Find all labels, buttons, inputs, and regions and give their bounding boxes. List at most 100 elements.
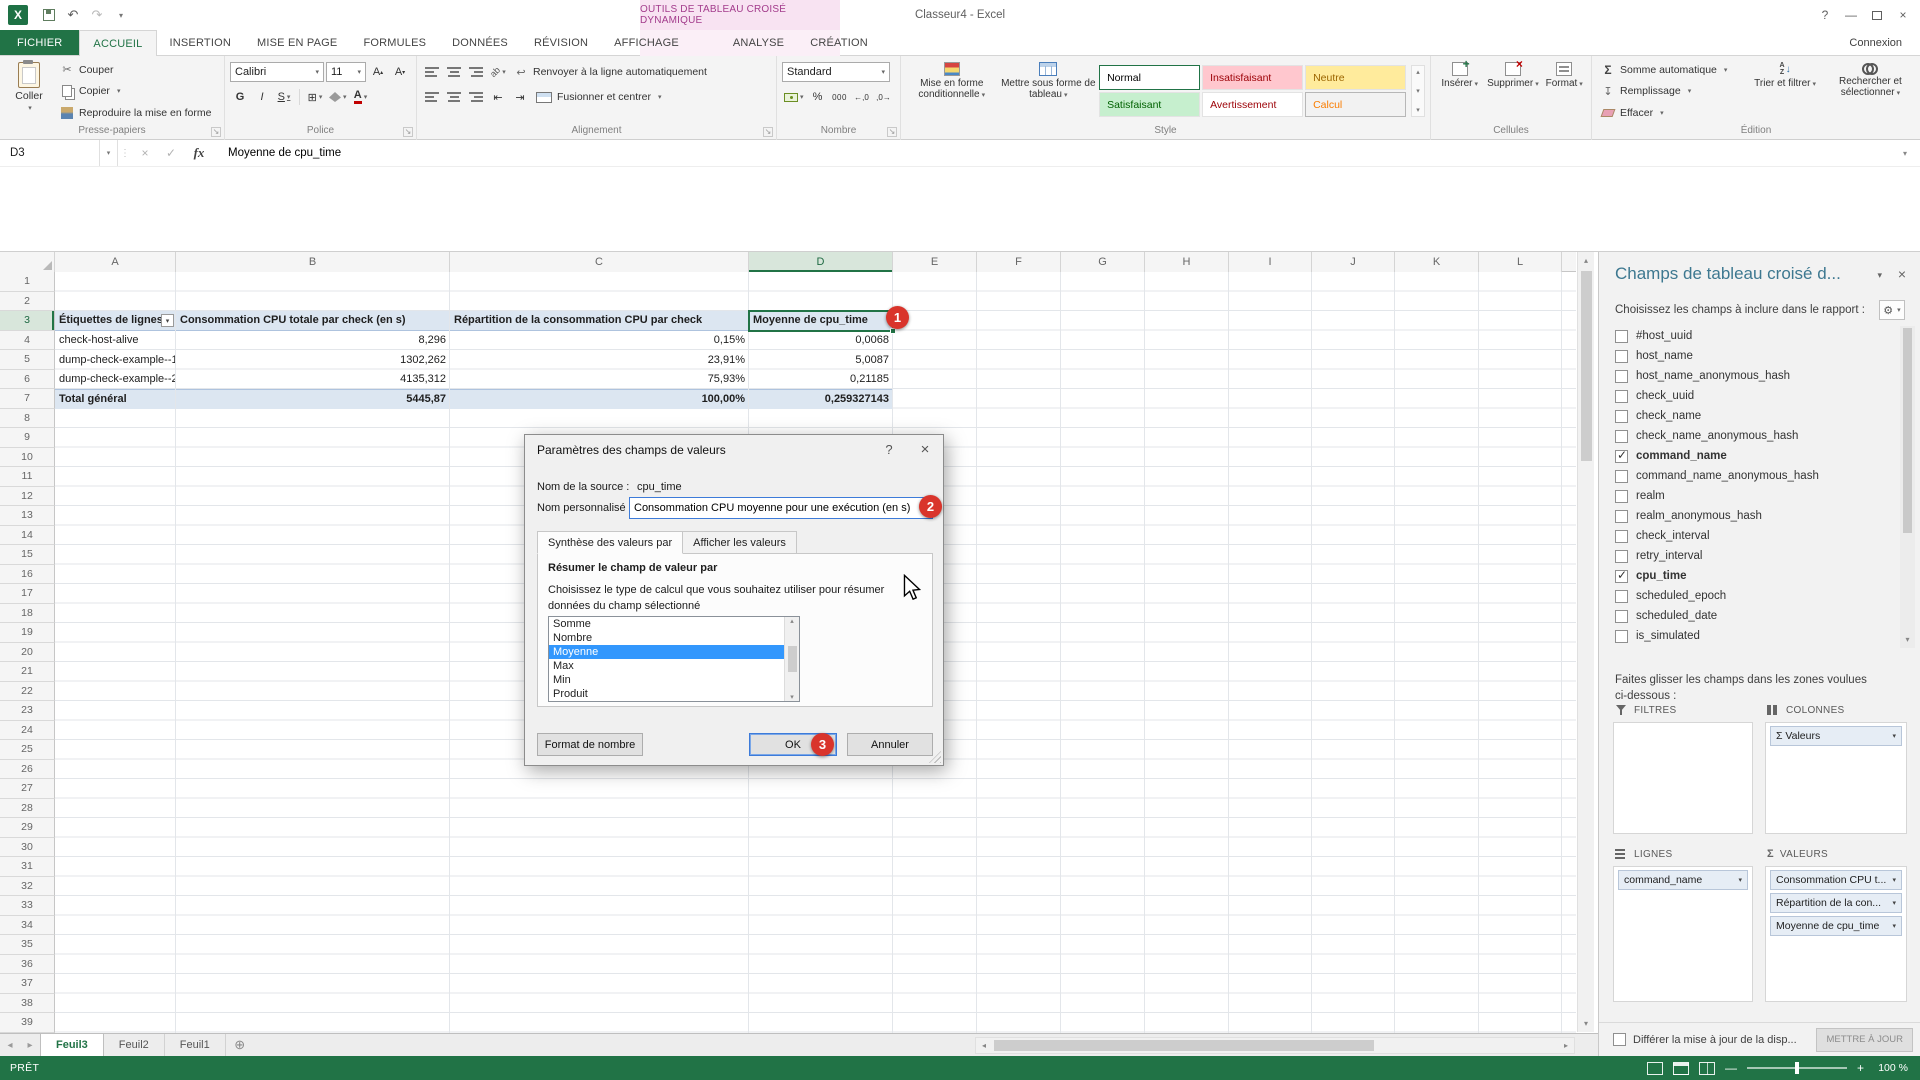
alignment-dialog-launcher-icon[interactable]: ↘ [763, 127, 773, 137]
scroll-down-icon[interactable]: ▾ [1578, 1015, 1594, 1032]
bold-button[interactable]: G [230, 87, 250, 107]
undo-icon[interactable]: ↶ [62, 4, 84, 26]
align-right-icon[interactable] [466, 87, 486, 107]
currency-format-button[interactable]: ▾ [782, 87, 806, 107]
column-header-J[interactable]: J [1312, 252, 1395, 272]
row-header-30[interactable]: 30 [0, 838, 55, 858]
account-link[interactable]: Connexion [1849, 30, 1920, 55]
field-realm[interactable]: realm [1599, 486, 1920, 506]
sort-filter-button[interactable]: AZ↓ Trier et filtrer▾ [1747, 59, 1823, 123]
cell-C4[interactable]: 0,15% [450, 331, 749, 351]
vertical-scrollbar[interactable]: ▴ ▾ [1577, 252, 1594, 1032]
row-header-34[interactable]: 34 [0, 916, 55, 936]
row-header-24[interactable]: 24 [0, 721, 55, 741]
row-header-16[interactable]: 16 [0, 565, 55, 585]
sheet-nav-left-icon[interactable]: ◂ [0, 1034, 20, 1056]
cell-C7[interactable]: 100,00% [450, 389, 749, 409]
align-center-icon[interactable] [444, 87, 464, 107]
summary-function-listbox[interactable]: Somme Nombre Moyenne Max Min Produit ▴▾ [548, 616, 800, 702]
summary-option-min[interactable]: Min [549, 673, 799, 687]
help-icon[interactable]: ? [1812, 2, 1838, 28]
row-header-8[interactable]: 8 [0, 409, 55, 429]
row-header-17[interactable]: 17 [0, 584, 55, 604]
cell-style-satisfaisant[interactable]: Satisfaisant [1099, 92, 1200, 117]
column-header-K[interactable]: K [1395, 252, 1479, 272]
row-header-38[interactable]: 38 [0, 994, 55, 1014]
row-header-6[interactable]: 6 [0, 370, 55, 390]
row-header-28[interactable]: 28 [0, 799, 55, 819]
underline-button[interactable]: S▾ [274, 87, 294, 107]
format-painter-button[interactable]: Reproduire la mise en forme [56, 103, 215, 122]
checkbox[interactable] [1615, 450, 1628, 463]
cell-D6[interactable]: 0,21185 [749, 370, 893, 390]
fill-button[interactable]: ↧Remplissage▾ [1597, 82, 1744, 101]
checkbox[interactable] [1615, 550, 1628, 563]
minimize-icon[interactable]: — [1838, 2, 1864, 28]
tab-mise-en-page[interactable]: MISE EN PAGE [244, 30, 350, 55]
normal-view-icon[interactable] [1647, 1062, 1663, 1075]
paste-chevron-icon[interactable]: ▾ [28, 104, 32, 112]
checkbox[interactable] [1615, 370, 1628, 383]
row-header-1[interactable]: 1 [0, 272, 55, 292]
formula-bar-grip[interactable]: ⋮ [118, 148, 132, 159]
column-header-L[interactable]: L [1479, 252, 1562, 272]
zoom-in-icon[interactable]: + [1857, 1061, 1864, 1075]
zoom-out-icon[interactable]: — [1725, 1061, 1737, 1075]
formula-content[interactable]: Moyenne de cpu_time [214, 147, 1890, 159]
field-command_name_anonymous_hash[interactable]: command_name_anonymous_hash [1599, 466, 1920, 486]
summary-option-max[interactable]: Max [549, 659, 799, 673]
row-header-33[interactable]: 33 [0, 896, 55, 916]
maximize-icon[interactable] [1864, 2, 1890, 28]
field-scheduled_date[interactable]: scheduled_date [1599, 606, 1920, 626]
save-icon[interactable] [38, 4, 60, 26]
italic-button[interactable]: I [252, 87, 272, 107]
wrap-text-button[interactable]: ↩Renvoyer à la ligne automatiquement [510, 62, 711, 82]
checkbox[interactable] [1615, 330, 1628, 343]
confirm-entry-icon[interactable]: ✓ [158, 146, 184, 160]
cell-C5[interactable]: 23,91% [450, 350, 749, 370]
horizontal-scrollbar[interactable]: ◂ ▸ [975, 1037, 1575, 1054]
row-header-15[interactable]: 15 [0, 545, 55, 565]
align-bottom-icon[interactable] [466, 62, 486, 82]
clear-button[interactable]: Effacer▾ [1597, 103, 1744, 122]
fill-color-button[interactable]: ▾ [327, 87, 349, 107]
close-icon[interactable]: × [1890, 2, 1916, 28]
chip-repartition-consommation[interactable]: Répartition de la con...▾ [1770, 893, 1902, 913]
tab-formules[interactable]: FORMULES [350, 30, 439, 55]
pane-tools-gear-icon[interactable]: ⚙▾ [1879, 300, 1905, 320]
checkbox[interactable] [1615, 570, 1628, 583]
pane-close-icon[interactable]: × [1898, 266, 1906, 282]
cell-A3[interactable]: Étiquettes de lignes ▾ [55, 311, 176, 331]
summary-option-moyenne[interactable]: Moyenne [549, 645, 799, 659]
row-header-13[interactable]: 13 [0, 506, 55, 526]
row-header-31[interactable]: 31 [0, 857, 55, 877]
sheet-nav-right-icon[interactable]: ▸ [20, 1034, 40, 1056]
row-header-23[interactable]: 23 [0, 701, 55, 721]
field-check_name_anonymous_hash[interactable]: check_name_anonymous_hash [1599, 426, 1920, 446]
scroll-up-icon[interactable]: ▴ [1578, 252, 1594, 269]
cell-style-insatisfaisant[interactable]: Insatisfaisant [1202, 65, 1303, 90]
row-header-2[interactable]: 2 [0, 292, 55, 312]
column-header-C[interactable]: C [450, 252, 749, 272]
checkbox[interactable] [1615, 350, 1628, 363]
zoom-slider[interactable] [1747, 1067, 1847, 1069]
cell-D7[interactable]: 0,259327143 [749, 389, 893, 409]
sheet-tab-feuil2[interactable]: Feuil2 [104, 1034, 165, 1056]
field-is_simulated[interactable]: is_simulated [1599, 626, 1920, 646]
chip-command-name[interactable]: command_name▾ [1618, 870, 1748, 890]
row-header-21[interactable]: 21 [0, 662, 55, 682]
column-header-E[interactable]: E [893, 252, 977, 272]
row-labels-filter-icon[interactable]: ▾ [161, 314, 174, 327]
cell-style-normal[interactable]: Normal [1099, 65, 1200, 90]
zoom-level[interactable]: 100 % [1874, 1062, 1908, 1074]
field-host_uuid[interactable]: #host_uuid [1599, 326, 1920, 346]
checkbox[interactable] [1615, 410, 1628, 423]
checkbox[interactable] [1615, 430, 1628, 443]
vertical-scroll-thumb[interactable] [1581, 271, 1592, 461]
autosum-button[interactable]: ΣSomme automatique▾ [1597, 60, 1744, 79]
checkbox[interactable] [1615, 390, 1628, 403]
field-list-scrollbar[interactable]: ▾ [1900, 326, 1915, 648]
cell-style-calcul[interactable]: Calcul [1305, 92, 1406, 117]
paste-button[interactable]: Coller ▾ [5, 59, 53, 123]
font-name-combo[interactable]: Calibri▾ [230, 62, 324, 82]
